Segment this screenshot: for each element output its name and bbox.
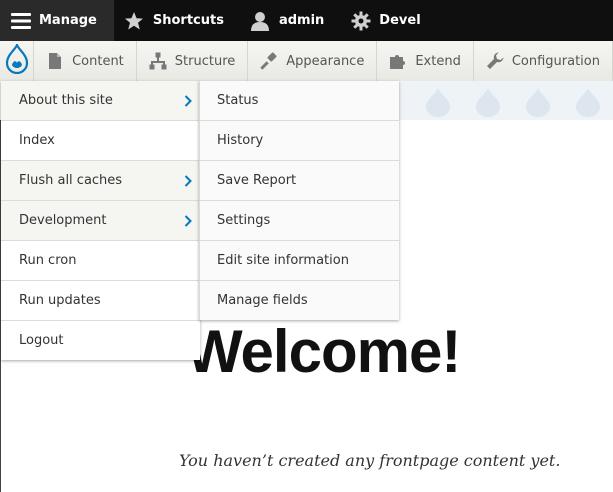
devel-label: Devel [379, 13, 421, 28]
gear-icon [350, 10, 371, 31]
menu-item-label: Logout [19, 333, 64, 348]
submenu-item-manage-fields[interactable]: Manage fields [200, 281, 399, 320]
submenu-item-label: Status [217, 93, 259, 108]
submenu-item-history[interactable]: History [200, 121, 399, 161]
tray-structure[interactable]: Structure [137, 41, 249, 81]
menu-item-run-cron[interactable]: Run cron [1, 241, 200, 281]
tray-content[interactable]: Content [34, 41, 137, 81]
chevron-right-icon [184, 94, 192, 107]
admin-tray: Content Structure Appearance Extend Conf… [0, 41, 613, 82]
submenu-item-label: Save Report [217, 173, 297, 188]
menu-item-label: About this site [19, 93, 113, 108]
menu-item-label: Index [19, 133, 55, 148]
menu-item-index[interactable]: Index [1, 121, 200, 161]
shortcuts-label: Shortcuts [152, 13, 224, 28]
document-icon [46, 52, 64, 70]
submenu-item-label: Edit site information [217, 253, 349, 268]
menu-item-label: Development [19, 213, 107, 228]
submenu-item-status[interactable]: Status [200, 81, 399, 121]
shortcuts-toolbar-button[interactable]: Shortcuts [114, 0, 240, 41]
menu-item-label: Flush all caches [19, 173, 123, 188]
drupal-drop-icon [5, 42, 29, 78]
devel-toolbar-button[interactable]: Devel [340, 0, 436, 41]
drop-decoration-icon [476, 88, 500, 117]
tray-extend-label: Extend [415, 53, 461, 69]
tray-content-label: Content [72, 53, 124, 69]
tray-extend[interactable]: Extend [377, 41, 474, 81]
submenu-item-label: Manage fields [217, 293, 308, 308]
menu-item-flush-all-caches[interactable]: Flush all caches [1, 161, 200, 201]
tray-appearance[interactable]: Appearance [248, 41, 378, 81]
chevron-right-icon [184, 174, 192, 187]
manage-toolbar-button[interactable]: Manage [0, 0, 114, 41]
menu-item-logout[interactable]: Logout [1, 321, 200, 360]
admin-toolbar: Manage Shortcuts admin Devel [0, 0, 613, 41]
menu-item-about-this-site[interactable]: About this site [1, 81, 200, 121]
tray-configuration-label: Configuration [511, 53, 600, 69]
menu-item-development[interactable]: Development [1, 201, 200, 241]
hamburger-menu-icon [10, 10, 31, 31]
tray-structure-label: Structure [174, 53, 236, 69]
submenu-item-edit-site-information[interactable]: Edit site information [200, 241, 399, 281]
devel-dropdown-menu: About this site Index Flush all caches D… [1, 81, 200, 360]
wrench-icon [486, 52, 504, 70]
tray-configuration[interactable]: Configuration [474, 41, 613, 81]
drop-decoration-icon [526, 88, 550, 117]
puzzle-icon [389, 52, 407, 70]
drop-decoration-icon [576, 88, 600, 117]
empty-frontpage-message: You haven’t created any frontpage conten… [179, 451, 561, 470]
submenu-item-label: History [217, 133, 264, 148]
menu-item-label: Run updates [19, 293, 101, 308]
submenu-item-settings[interactable]: Settings [200, 201, 399, 241]
page-title: Welcome! [186, 318, 461, 385]
tray-appearance-label: Appearance [286, 53, 365, 69]
user-label: admin [278, 13, 325, 28]
user-icon [250, 10, 271, 31]
manage-label: Manage [39, 13, 97, 28]
chevron-right-icon [184, 214, 192, 227]
submenu-item-save-report[interactable]: Save Report [200, 161, 399, 201]
paintbrush-icon [260, 52, 278, 70]
star-icon [124, 10, 145, 31]
structure-icon [149, 52, 167, 70]
menu-item-label: Run cron [19, 253, 77, 268]
drupal-logo-link[interactable] [0, 41, 35, 81]
menu-item-run-updates[interactable]: Run updates [1, 281, 200, 321]
drop-decoration-icon [426, 88, 450, 117]
about-this-site-submenu: Status History Save Report Settings Edit… [199, 81, 399, 320]
user-toolbar-button[interactable]: admin [240, 0, 340, 41]
submenu-item-label: Settings [217, 213, 271, 228]
